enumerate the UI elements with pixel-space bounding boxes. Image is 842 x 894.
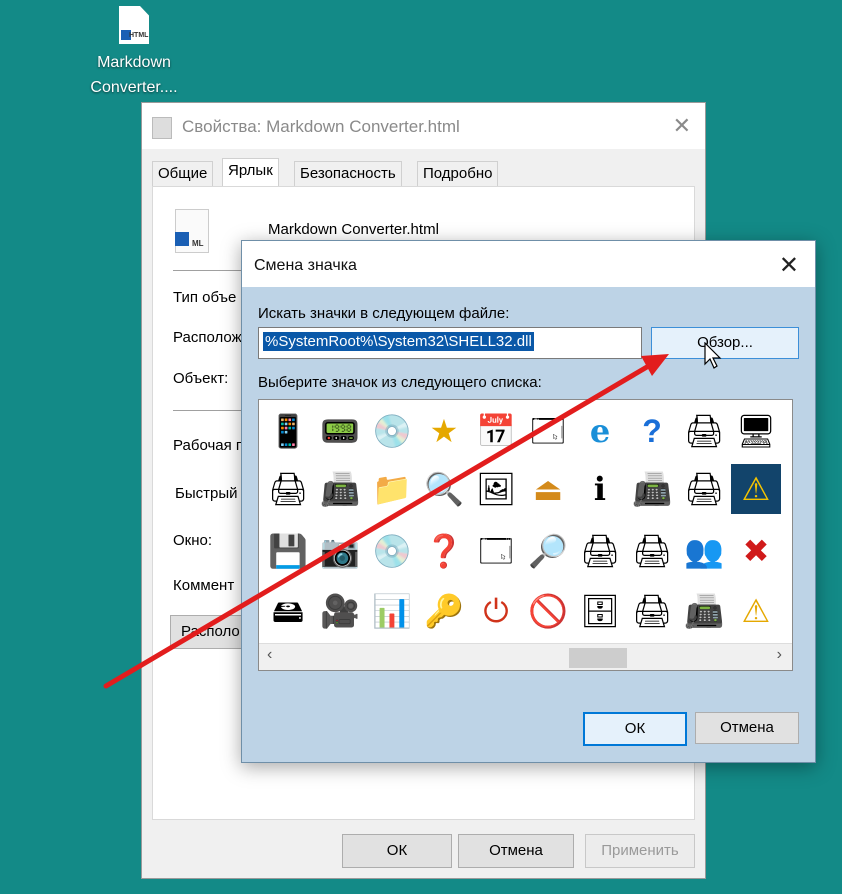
window-icon[interactable]: 🗔: [471, 526, 521, 576]
shortcut-icon: [152, 117, 172, 139]
pda-icon[interactable]: 📟: [315, 406, 365, 456]
scanner-icon[interactable]: 📠: [315, 464, 365, 514]
file-name: Markdown Converter.html: [268, 221, 439, 238]
label-type: Тип объе: [173, 289, 237, 306]
dvd-rw-icon[interactable]: 💿: [367, 406, 417, 456]
fax-machine-icon[interactable]: 📠: [679, 586, 729, 636]
star-icon[interactable]: ★: [419, 406, 469, 456]
camcorder-icon[interactable]: 🎥: [315, 586, 365, 636]
cd-icon[interactable]: 💿: [367, 526, 417, 576]
properties-title: Свойства: Markdown Converter.html: [182, 117, 460, 136]
close-icon[interactable]: ✕: [673, 113, 691, 139]
browse-button[interactable]: Обзор...: [651, 327, 799, 359]
computer-monitor-icon[interactable]: 🖥: [731, 406, 781, 456]
label-comment: Коммент: [173, 577, 235, 594]
control-panel-icon[interactable]: 📊: [367, 586, 417, 636]
image-file-icon[interactable]: 🖼: [471, 464, 521, 514]
help-circle-icon[interactable]: ❓: [419, 526, 469, 576]
tab-security[interactable]: Безопасность: [294, 161, 402, 186]
scroll-thumb[interactable]: [569, 648, 627, 668]
desktop-shortcut-label: Markdown Converter....: [90, 54, 178, 96]
label-workdir: Рабочая п: [173, 437, 245, 454]
camera-icon[interactable]: 📷: [315, 526, 365, 576]
dialog-titlebar: Смена значка ✕: [242, 241, 815, 287]
label-target: Объект:: [173, 370, 229, 387]
change-icon-dialog: Смена значка ✕ Искать значки в следующем…: [241, 240, 816, 763]
search-icon[interactable]: 🔍: [419, 464, 469, 514]
printer-check-icon[interactable]: 🖨: [575, 526, 625, 576]
drive-icon[interactable]: 🖴: [263, 586, 313, 636]
scroll-right-icon[interactable]: ›: [777, 646, 782, 664]
cancel-button[interactable]: Отмена: [695, 712, 799, 744]
label-window: Окно:: [173, 532, 213, 549]
eject-icon[interactable]: ⏏: [523, 464, 573, 514]
properties-titlebar: Свойства: Markdown Converter.html ✕: [142, 103, 705, 149]
printer-search-icon[interactable]: 🖨: [627, 526, 677, 576]
network-printer-icon[interactable]: 🖨: [679, 406, 729, 456]
file-html-icon: HTML: [119, 6, 149, 44]
folder-calendar-icon[interactable]: 📅: [471, 406, 521, 456]
printer-note-icon[interactable]: 🖨: [627, 586, 677, 636]
phone-icon[interactable]: 📱: [263, 406, 313, 456]
file-html-icon: ML: [175, 209, 209, 253]
icon-list[interactable]: 📱 📟 💿 ★ 📅 🗔 e ? 🖨 🖥 🖨 📠 📁 🔍 🖼 ⏏ ℹ 📠 🖨 ⚠ …: [258, 399, 793, 671]
tab-shortcut[interactable]: Ярлык: [222, 158, 279, 187]
label-hotkey: Быстрый: [175, 485, 238, 502]
label-location: Располож: [173, 329, 242, 346]
printer-users-icon[interactable]: 👥: [679, 526, 729, 576]
help-document-icon[interactable]: ?: [627, 406, 677, 456]
power-icon[interactable]: ⏻: [471, 586, 521, 636]
tab-general[interactable]: Общие: [152, 161, 214, 186]
search-label: Искать значки в следующем файле:: [258, 305, 510, 322]
file-delete-icon[interactable]: ✖: [731, 526, 781, 576]
horizontal-scrollbar[interactable]: ‹ ›: [259, 643, 792, 670]
no-entry-icon[interactable]: 🚫: [523, 586, 573, 636]
dialog-title: Смена значка: [254, 257, 357, 274]
close-icon[interactable]: ✕: [779, 251, 799, 280]
fax-icon[interactable]: 📠: [627, 464, 677, 514]
key-icon[interactable]: 🔑: [419, 586, 469, 636]
folder-icon[interactable]: 📁: [367, 464, 417, 514]
window-pen-icon[interactable]: 🗔: [523, 406, 573, 456]
cancel-button[interactable]: Отмена: [458, 834, 574, 868]
printer-globe-icon[interactable]: 🖨: [263, 464, 313, 514]
ok-button[interactable]: ОК: [342, 834, 452, 868]
warning-icon[interactable]: ⚠: [731, 464, 781, 514]
list-label: Выберите значок из следующего списка:: [258, 374, 542, 391]
internet-explorer-icon[interactable]: e: [575, 406, 625, 456]
tab-details[interactable]: Подробно: [417, 161, 499, 186]
disk-drive-icon[interactable]: 💾: [263, 526, 313, 576]
path-value: %SystemRoot%\System32\SHELL32.dll: [263, 332, 534, 351]
warning-icon[interactable]: ⚠: [731, 586, 781, 636]
folder-search-icon[interactable]: 🔎: [523, 526, 573, 576]
apply-button[interactable]: Применить: [585, 834, 695, 868]
info-icon[interactable]: ℹ: [575, 464, 625, 514]
mouse-cursor-icon: [704, 342, 722, 369]
desktop-shortcut[interactable]: HTML Markdown Converter....: [78, 6, 190, 100]
network-printer-icon[interactable]: 🖨: [679, 464, 729, 514]
scroll-left-icon[interactable]: ‹: [267, 646, 272, 664]
server-check-icon[interactable]: 🗄: [575, 586, 625, 636]
ok-button[interactable]: ОК: [583, 712, 687, 746]
icon-file-path-input[interactable]: %SystemRoot%\System32\SHELL32.dll: [258, 327, 642, 359]
